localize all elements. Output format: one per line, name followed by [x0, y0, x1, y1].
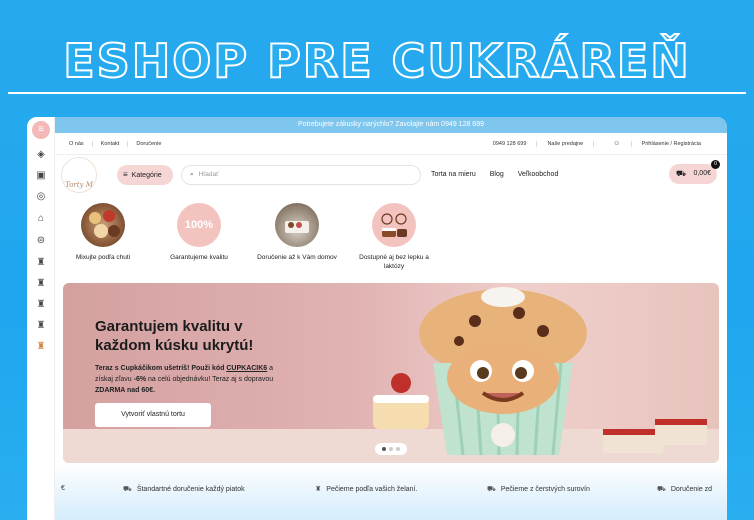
link-contact[interactable]: Kontakt — [93, 141, 129, 147]
feature-label: Garantujeme kvalitu — [170, 254, 228, 261]
cart-button[interactable]: ⛟ 0,00€ 0 — [669, 160, 720, 184]
feature-gluten-free[interactable]: Dostupné aj bez lepku a laktózy — [349, 203, 439, 271]
cake-slice-icon[interactable]: ◈ — [35, 149, 47, 161]
benefit-delivery-2: ⛟ Doručenie zd — [657, 486, 713, 493]
menu-icon[interactable]: ≡ — [32, 121, 50, 139]
logo[interactable]: Torty M — [61, 157, 97, 193]
slider-dot[interactable] — [382, 447, 386, 451]
feature-delivery[interactable]: Doručenie až k Vám domov — [252, 203, 342, 262]
feature-quality[interactable]: 100% Garantujeme kvalitu — [154, 203, 244, 262]
page-main: Potrebujete zákusky narýchlo? Zavolajte … — [55, 117, 727, 520]
nav-blog[interactable]: Blog — [490, 171, 504, 178]
cart-amount: 0,00€ — [693, 170, 711, 177]
benefit-custom: ♜ Pečieme podľa vašich želaní. — [315, 486, 418, 493]
banner-text: Teraz s Cupkáčikom ušetríš! Použi kód CU… — [95, 365, 274, 394]
user-icon: ⚇ — [604, 141, 632, 147]
cake-icon: ♜ — [315, 486, 322, 493]
free-shipping: ZDARMA nad 60€. — [95, 387, 156, 394]
quality-badge-icon: 100% — [177, 203, 221, 247]
category-rail: ≡ ◈ ▣ ◎ ⌂ ⊜ ♜ ♜ ♜ ♜ ♜ — [27, 117, 55, 520]
promo-banner[interactable]: Garantujem kvalitu v každom kúsku ukrytú… — [63, 283, 719, 463]
headline: ESHOP PRE CUKRÁREŇ — [62, 33, 691, 89]
phone-number[interactable]: 0949 128 699 — [483, 141, 538, 147]
wedding-cake-icon[interactable]: ♜ — [35, 299, 47, 311]
site-header: Torty M ≡ Kategórie ⌕ Hľadať Torta na mier… — [55, 155, 727, 197]
slider-dot[interactable] — [396, 447, 400, 451]
muffin-mascot-image — [373, 287, 707, 456]
categories-button[interactable]: ≡ Kategórie — [117, 165, 173, 185]
roll-icon[interactable]: ⊜ — [35, 235, 47, 247]
birthday-cake-icon[interactable]: ♜ — [35, 320, 47, 332]
benefit-fresh: ⛟ Pečieme z čerstvých surovín — [487, 486, 590, 493]
feature-label: Doručenie až k Vám domov — [257, 254, 337, 261]
mixed-sweets-image — [81, 203, 125, 247]
promo-code: CUPKACIK6 — [226, 365, 268, 372]
feature-label: Mixujte podľa chuti — [75, 254, 131, 261]
cart-icon: ⛟ — [676, 169, 687, 178]
create-cake-button[interactable]: Vytvoriť vlastnú tortu — [95, 403, 211, 427]
truck-icon: ⛟ — [657, 486, 666, 493]
banner-title: Garantujem kvalitu v každom kúsku ukrytú… — [95, 318, 254, 354]
nav-custom-cake[interactable]: Torta na mieru — [431, 171, 476, 178]
hamburger-icon: ≡ — [123, 170, 128, 179]
discount: -6% — [133, 376, 147, 383]
search-input[interactable]: ⌕ Hľadať — [181, 165, 421, 185]
truck-icon: ⛟ — [123, 486, 132, 493]
feature-label: Dostupné aj bez lepku a laktózy — [359, 254, 429, 270]
basket-icon: ⛟ — [487, 486, 496, 493]
main-nav: Torta na mieru Blog Veľkoobchod — [431, 171, 558, 178]
cookie-icon[interactable]: ◎ — [35, 191, 47, 203]
headline-underline — [8, 92, 746, 94]
strip-lead: € — [61, 485, 65, 492]
top-bar: O nás Kontakt Doručenie 0949 128 699 Naš… — [55, 133, 727, 155]
link-delivery[interactable]: Doručenie — [128, 141, 169, 147]
nav-wholesale[interactable]: Veľkoobchod — [518, 171, 559, 178]
browser-window: ≡ ◈ ▣ ◎ ⌂ ⊜ ♜ ♜ ♜ ♜ ♜ Potrebujete zákusk… — [27, 117, 727, 520]
slider-dot[interactable] — [389, 447, 393, 451]
link-stores[interactable]: Naše predajne — [537, 141, 595, 147]
gift-cake-icon[interactable]: ♜ — [35, 341, 47, 353]
delivery-image — [275, 203, 319, 247]
login-link[interactable]: ⚇ Prihlásenie / Registrácia — [594, 141, 721, 147]
gluten-free-icon — [372, 203, 416, 247]
search-icon: ⌕ — [190, 171, 194, 178]
cart-count-badge: 0 — [711, 160, 720, 169]
feature-mix[interactable]: Mixujte podľa chuti — [58, 203, 148, 262]
cupcake-icon[interactable]: ⌂ — [35, 213, 47, 225]
tiered-cake-icon[interactable]: ♜ — [35, 278, 47, 290]
feature-list: Mixujte podľa chuti 100% Garantujeme kva… — [55, 203, 727, 283]
link-about[interactable]: O nás — [61, 141, 93, 147]
cake-icon[interactable]: ♜ — [35, 257, 47, 269]
benefits-strip: € ⛟ Štandartné doručenie každý piatok ♜ Pe… — [55, 463, 727, 520]
box-icon[interactable]: ▣ — [35, 170, 47, 182]
benefit-delivery: ⛟ Štandartné doručenie každý piatok — [123, 486, 245, 493]
announcement-bar: Potrebujete zákusky narýchlo? Zavolajte … — [55, 117, 727, 133]
slider-dots — [375, 443, 407, 455]
